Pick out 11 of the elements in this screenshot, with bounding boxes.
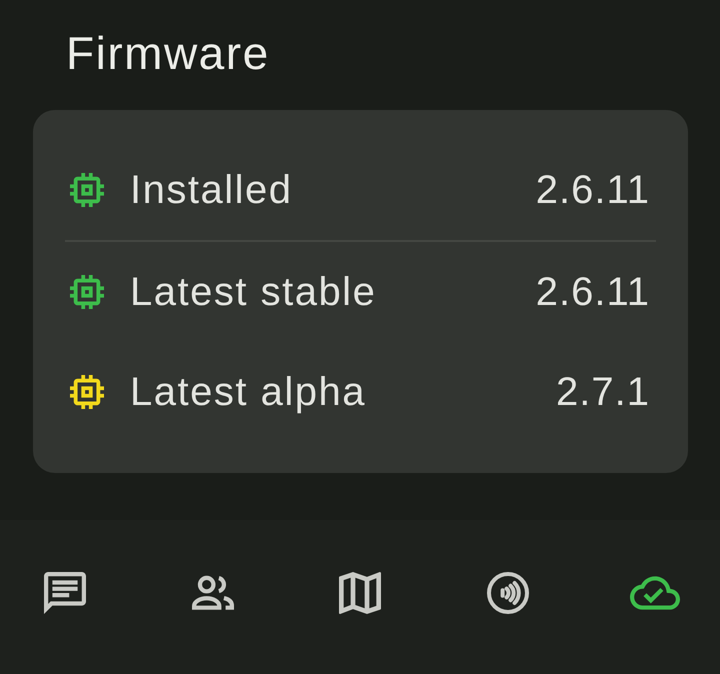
chat-bubble-icon bbox=[44, 572, 86, 614]
version-label: Latest alpha bbox=[130, 369, 366, 416]
map-icon bbox=[339, 572, 381, 614]
version-number: 2.7.1 bbox=[556, 369, 650, 416]
version-number: 2.6.11 bbox=[536, 269, 650, 316]
signal-circle-icon bbox=[486, 572, 528, 614]
cloud-check-icon bbox=[630, 576, 680, 610]
version-label: Installed bbox=[130, 167, 292, 214]
version-label: Latest stable bbox=[130, 269, 376, 316]
section-title: Firmware bbox=[66, 26, 270, 80]
version-number: 2.6.11 bbox=[536, 167, 650, 214]
